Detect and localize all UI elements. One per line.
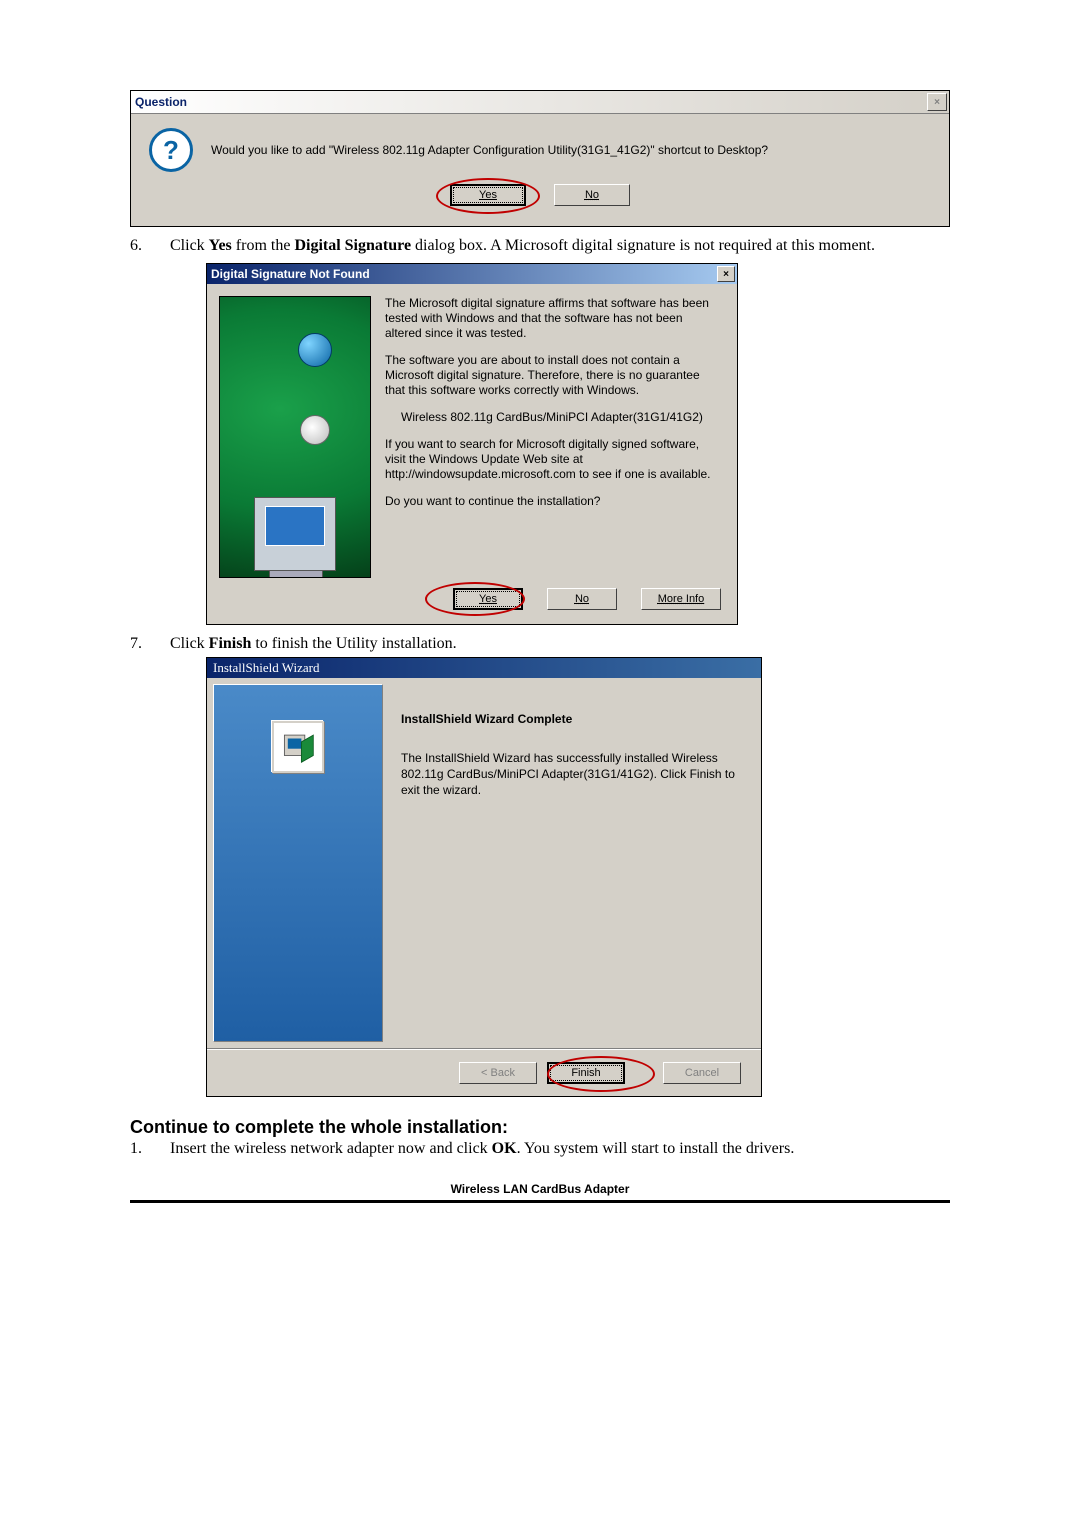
more-info-button[interactable]: More Info: [641, 588, 721, 610]
wizard-main: InstallShield Wizard Complete The Instal…: [389, 678, 761, 1048]
signature-p1: The Microsoft digital signature affirms …: [385, 296, 721, 341]
back-button-label: < Back: [481, 1067, 515, 1079]
back-button: < Back: [459, 1062, 537, 1084]
step-text: Click Yes from the Digital Signature dia…: [170, 237, 950, 255]
wizard-side-icon: [272, 721, 324, 773]
cancel-button-label: Cancel: [685, 1067, 719, 1079]
no-button-label: No: [575, 593, 589, 605]
question-icon: ?: [149, 128, 193, 172]
step-text: Insert the wireless network adapter now …: [170, 1140, 950, 1158]
step-number: 6.: [130, 237, 152, 255]
text-bold: Finish: [209, 635, 252, 652]
no-button[interactable]: No: [547, 588, 617, 610]
yes-button[interactable]: Yes: [453, 588, 523, 610]
text-bold: Digital Signature: [294, 237, 411, 254]
text: dialog box. A Microsoft digital signatur…: [411, 237, 875, 254]
wizard-body-text: The InstallShield Wizard has successfull…: [401, 750, 737, 799]
question-message: Would you like to add "Wireless 802.11g …: [211, 143, 768, 157]
finish-button[interactable]: Finish: [547, 1062, 625, 1084]
signature-p3: If you want to search for Microsoft digi…: [385, 437, 721, 482]
close-icon[interactable]: ×: [927, 93, 947, 111]
continue-step-1: 1. Insert the wireless network adapter n…: [130, 1140, 950, 1158]
signature-product: Wireless 802.11g CardBus/MiniPCI Adapter…: [401, 410, 721, 425]
yes-button-label: Yes: [479, 189, 497, 201]
text: Click: [170, 635, 209, 652]
signature-title: Digital Signature Not Found: [211, 267, 370, 281]
instruction-step-6: 6. Click Yes from the Digital Signature …: [130, 237, 950, 255]
signature-p4: Do you want to continue the installation…: [385, 494, 721, 509]
wizard-titlebar: InstallShield Wizard: [207, 658, 761, 678]
wizard-heading: InstallShield Wizard Complete: [401, 712, 737, 726]
text: . You system will start to install the d…: [517, 1140, 795, 1157]
continue-heading: Continue to complete the whole installat…: [130, 1117, 950, 1138]
text: Click: [170, 237, 209, 254]
wizard-side-panel: [213, 684, 383, 1042]
more-info-label: More Info: [658, 593, 704, 605]
text-bold: Yes: [209, 237, 232, 254]
yes-button[interactable]: Yes: [450, 184, 526, 206]
instruction-step-7: 7. Click Finish to finish the Utility in…: [130, 635, 950, 653]
installshield-dialog: InstallShield Wizard InstallShield Wizar…: [206, 657, 762, 1097]
text: Insert the wireless network adapter now …: [170, 1140, 492, 1157]
wizard-title: InstallShield Wizard: [213, 660, 319, 676]
yes-button-label: Yes: [479, 593, 497, 605]
question-titlebar: Question ×: [131, 91, 949, 114]
signature-titlebar: Digital Signature Not Found ×: [207, 264, 737, 284]
cancel-button: Cancel: [663, 1062, 741, 1084]
text: to finish the Utility installation.: [251, 635, 456, 652]
step-number: 1.: [130, 1140, 152, 1158]
step-text: Click Finish to finish the Utility insta…: [170, 635, 950, 653]
signature-dialog: Digital Signature Not Found × The Micros…: [206, 263, 738, 625]
signature-text: The Microsoft digital signature affirms …: [385, 296, 721, 578]
signature-p2: The software you are about to install do…: [385, 353, 721, 398]
text-bold: OK: [492, 1140, 517, 1157]
no-button[interactable]: No: [554, 184, 630, 206]
close-icon[interactable]: ×: [717, 266, 735, 282]
page-footer: Wireless LAN CardBus Adapter: [130, 1182, 950, 1196]
step-number: 7.: [130, 635, 152, 653]
question-title: Question: [135, 95, 187, 109]
question-dialog: Question × ? Would you like to add "Wire…: [130, 90, 950, 227]
finish-button-label: Finish: [571, 1067, 600, 1079]
text: from the: [232, 237, 295, 254]
footer-rule: [130, 1200, 950, 1203]
signature-illustration: [219, 296, 371, 578]
no-button-label: No: [585, 189, 599, 201]
